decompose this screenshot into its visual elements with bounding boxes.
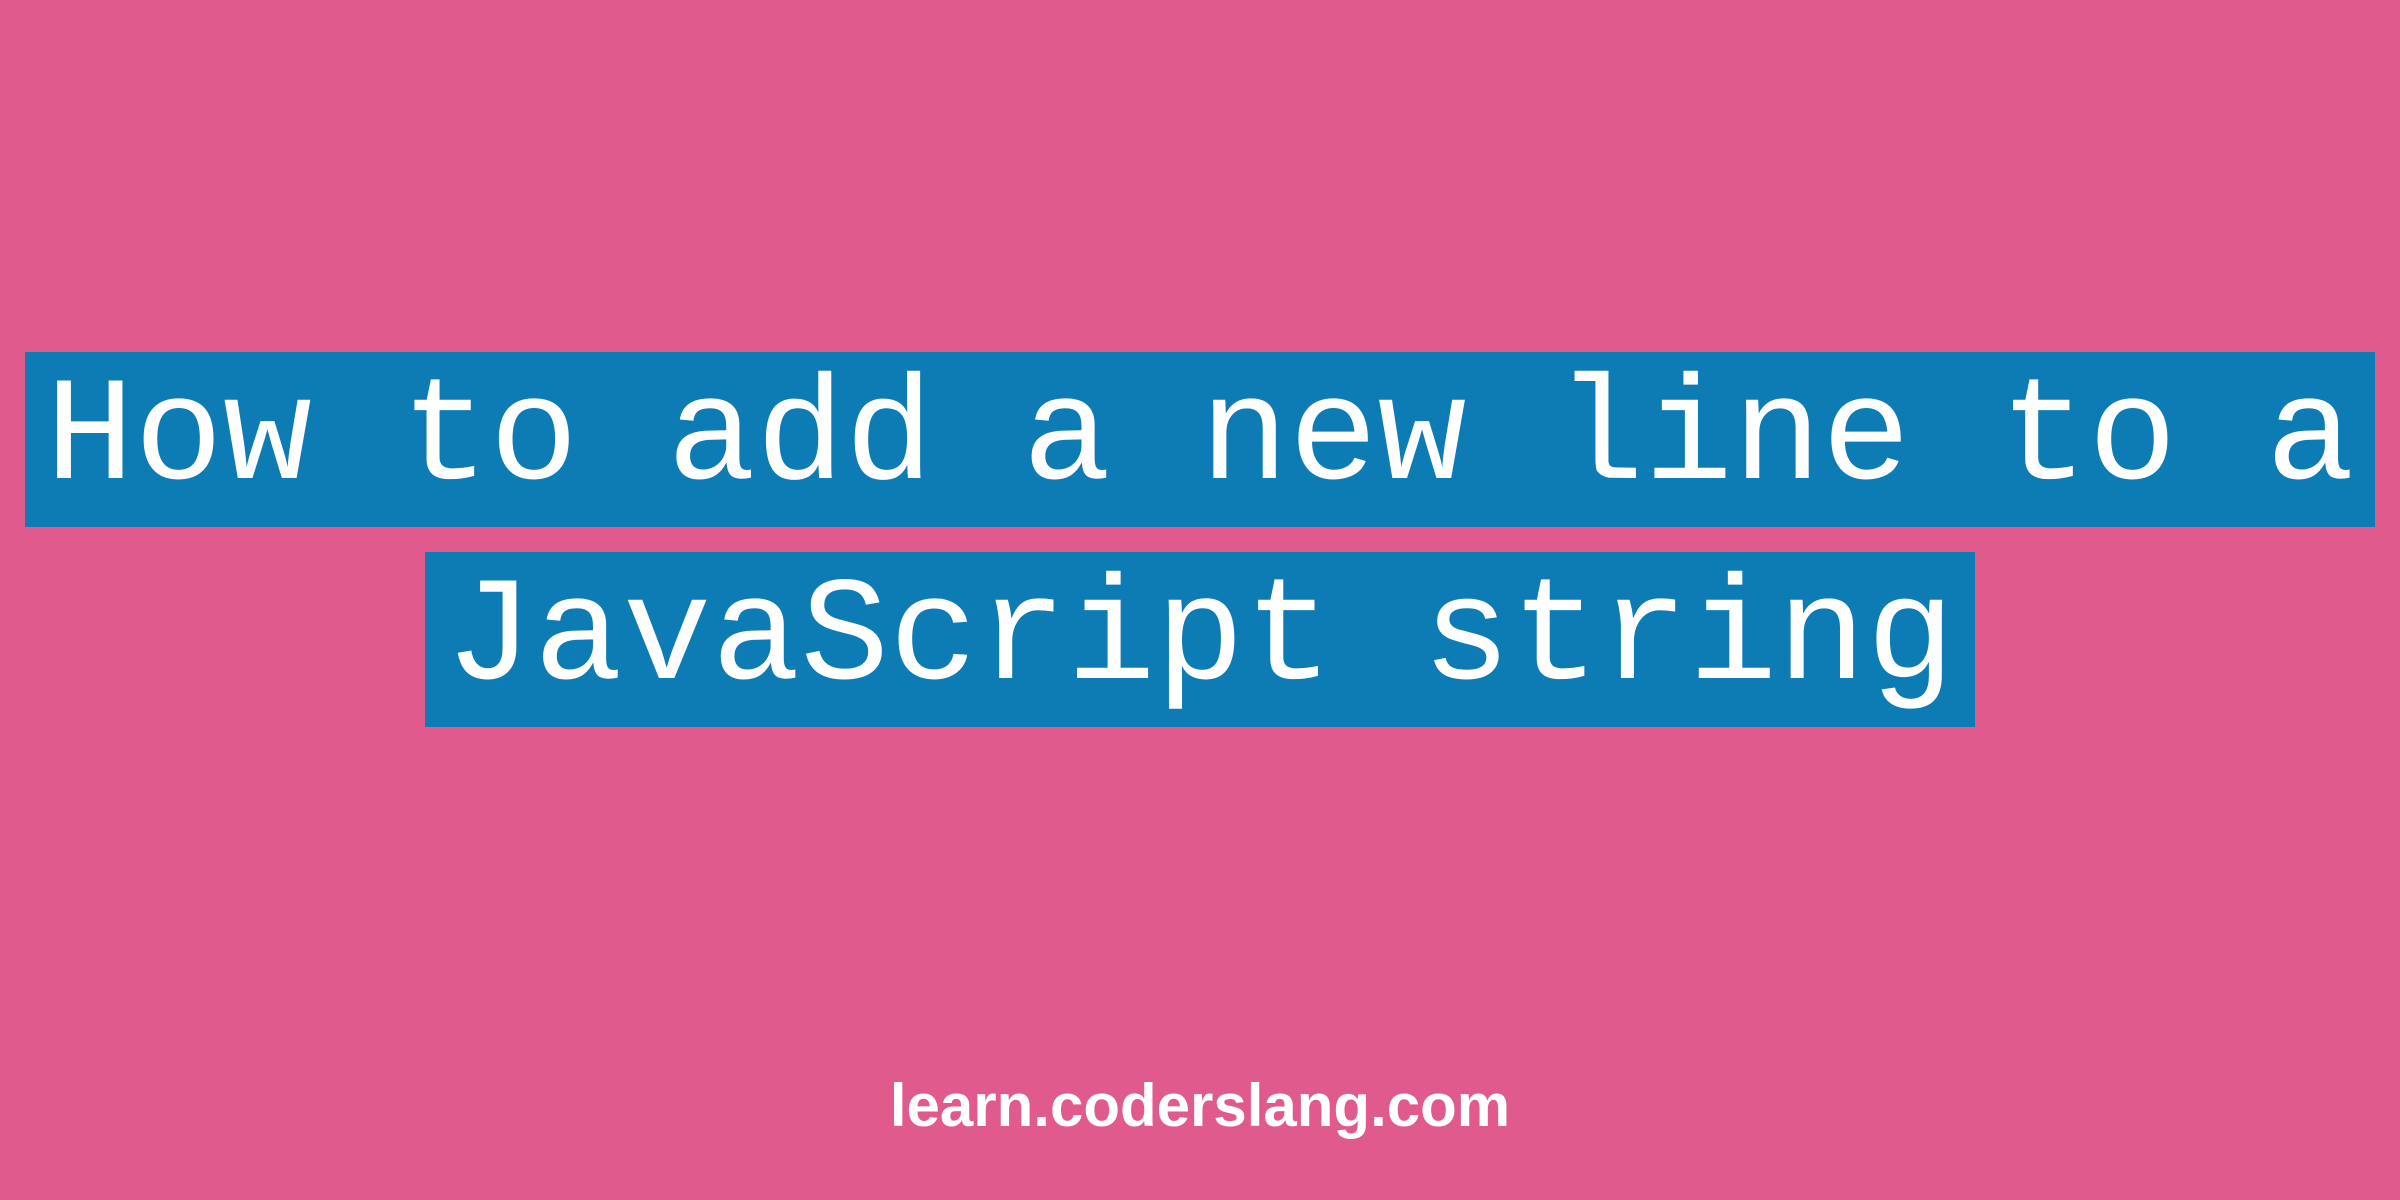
title-line-2: JavaScript string <box>425 552 1975 727</box>
footer-url: learn.coderslang.com <box>0 1071 2400 1140</box>
title-line-1: How to add a new line to a <box>25 352 2374 527</box>
title-block: How to add a new line to a JavaScript st… <box>0 340 2400 740</box>
